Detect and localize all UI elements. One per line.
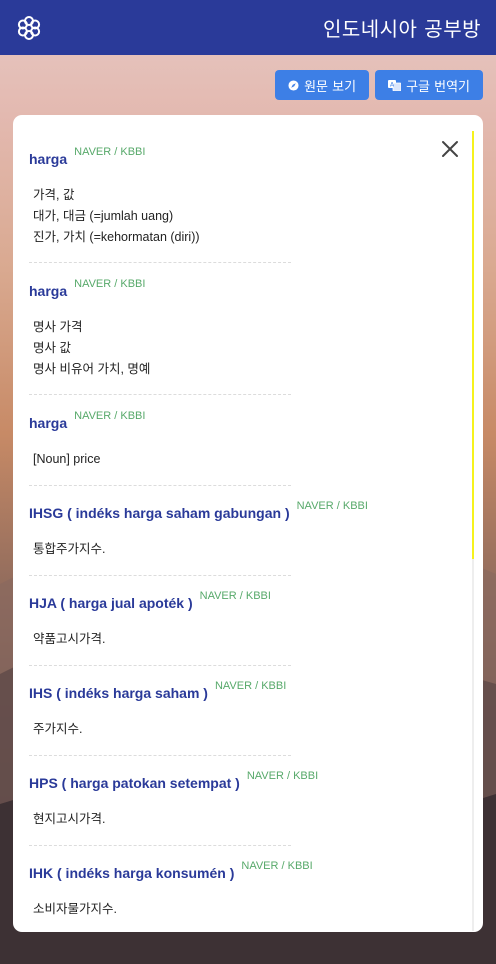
app-header: 인도네시아 공부방 [0, 0, 496, 55]
dictionary-entry: harga NAVER / KBBI [Noun] price [29, 410, 449, 470]
entry-word[interactable]: IHS ( indéks harga saham ) [29, 685, 208, 701]
google-translate-label: 구글 번역기 [406, 79, 470, 95]
entry-source: NAVER / KBBI [74, 410, 146, 422]
entry-definition: 현지고시가격. [33, 812, 106, 826]
scrollbar[interactable] [472, 131, 474, 931]
entry-word[interactable]: IHSG ( indéks harga saham gabungan ) [29, 505, 290, 521]
entry-definition: 명사 값 [33, 341, 71, 355]
entry-source: NAVER / KBBI [241, 860, 313, 872]
entry-divider [29, 755, 291, 756]
entry-definition: 대가, 대금 (=jumlah uang) [33, 209, 174, 223]
view-original-button[interactable]: 원문 보기 [275, 70, 370, 100]
dictionary-entry: harga NAVER / KBBI 가격, 값 대가, 대금 (=jumlah … [29, 146, 449, 248]
entry-divider [29, 665, 291, 666]
scrollbar-thumb[interactable] [472, 131, 474, 559]
entry-divider [29, 394, 291, 395]
entry-word[interactable]: HPS ( harga patokan setempat ) [29, 775, 240, 791]
entry-source: NAVER / KBBI [296, 500, 368, 512]
entry-divider [29, 485, 291, 486]
compass-icon [288, 79, 299, 91]
dictionary-entry: IHSG ( indéks harga saham gabungan ) NAVE… [29, 500, 449, 560]
entry-source: NAVER / KBBI [246, 770, 319, 782]
entry-divider [29, 575, 291, 576]
app-title: 인도네시아 공부방 [322, 17, 481, 41]
entry-definition: 소비자물가지수. [33, 902, 117, 916]
entry-definition: 주가지수. [33, 722, 83, 736]
entry-definition: 통합주가지수. [33, 542, 106, 556]
entry-definition: 명사 비유어 가치, 명예 [33, 362, 151, 376]
entry-divider [29, 262, 291, 263]
dictionary-entry: IHK ( indéks harga konsumén ) NAVER / KBB… [29, 860, 449, 920]
dictionary-entry: harga NAVER / KBBI 명사 가격 명사 값 명사 비유어 가치, … [29, 278, 449, 380]
view-original-label: 원문 보기 [304, 79, 357, 95]
entry-divider [29, 845, 291, 846]
dictionary-entry: HJA ( harga jual apoték ) NAVER / KBBI 약품… [29, 590, 449, 650]
action-bar: 원문 보기 A 구글 번역기 [275, 70, 483, 100]
entry-source: NAVER / KBBI [74, 278, 146, 290]
entry-definition: 가격, 값 [33, 188, 75, 202]
translate-icon: A [388, 79, 402, 91]
entry-definition: 약품고시가격. [33, 632, 106, 646]
entry-word[interactable]: IHK ( indéks harga konsumén ) [29, 865, 234, 881]
dictionary-entry: HPS ( harga patokan setempat ) NAVER / KB… [29, 770, 449, 830]
entry-word[interactable]: harga [29, 283, 67, 299]
entry-word[interactable]: HJA ( harga jual apoték ) [29, 595, 193, 611]
dictionary-entry: IHS ( indéks harga saham ) NAVER / KBBI 주… [29, 680, 449, 740]
entry-definition: 진가, 가치 (=kehormatan (diri)) [33, 230, 200, 244]
entry-definition: [Noun] price [33, 452, 101, 466]
entry-definition: 명사 가격 [33, 320, 83, 334]
entry-source: NAVER / KBBI [199, 590, 271, 602]
entry-word[interactable]: harga [29, 151, 67, 167]
entry-word[interactable]: harga [29, 415, 67, 431]
google-translate-button[interactable]: A 구글 번역기 [375, 70, 483, 100]
flower-icon[interactable] [15, 14, 43, 42]
entry-source: NAVER / KBBI [74, 146, 146, 158]
dictionary-panel: harga NAVER / KBBI 가격, 값 대가, 대금 (=jumlah … [13, 115, 483, 932]
entry-source: NAVER / KBBI [214, 680, 287, 692]
